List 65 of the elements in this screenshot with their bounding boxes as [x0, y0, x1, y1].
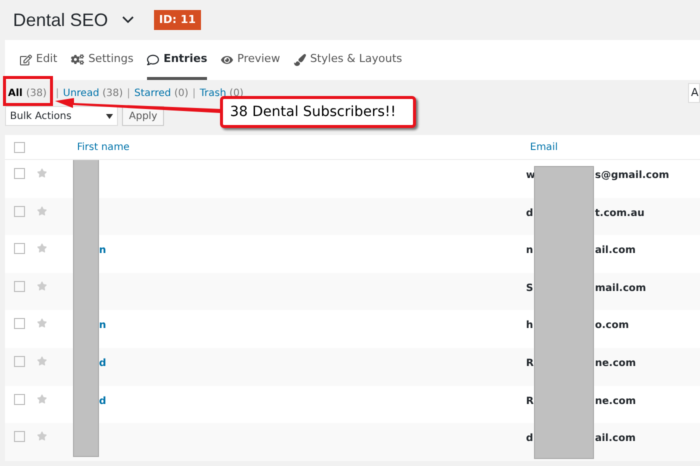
redaction-strip — [73, 160, 99, 198]
first-name-link[interactable]: d — [99, 396, 106, 407]
email-end: s@gmail.com — [594, 169, 670, 183]
filter-link[interactable]: Starred (0) — [134, 86, 188, 100]
chevron-down-icon[interactable] — [122, 16, 134, 24]
star-icon[interactable] — [37, 318, 47, 328]
redaction-strip — [534, 166, 594, 198]
separator: | — [192, 86, 196, 100]
tab[interactable]: Styles & Layouts — [294, 42, 402, 80]
settings-icon — [71, 53, 84, 66]
edit-icon — [20, 54, 32, 66]
email-start: d — [526, 432, 534, 446]
tab[interactable]: Settings — [71, 42, 134, 80]
email-end: ne.com — [594, 394, 636, 409]
star-icon[interactable] — [37, 394, 47, 404]
star-icon[interactable] — [37, 356, 47, 366]
first-name-link[interactable]: d — [99, 358, 106, 369]
brush-icon — [294, 54, 306, 66]
callout-box: 38 Dental Subscribers!! — [220, 96, 416, 128]
bulk-actions-select[interactable]: Bulk Actions — [5, 106, 118, 126]
email-start: d — [526, 206, 534, 221]
email-start: h — [526, 319, 534, 334]
filter-link[interactable]: All (38) — [8, 86, 47, 100]
email-end: mail.com — [594, 282, 646, 296]
id-badge: ID: 11 — [154, 10, 201, 30]
filter-link[interactable]: Unread (38) — [63, 86, 123, 100]
row-checkbox[interactable] — [14, 168, 25, 179]
highlight-rectangle — [3, 76, 53, 106]
row-checkbox[interactable] — [14, 394, 25, 405]
first-name-link[interactable]: n — [99, 320, 106, 332]
row-checkbox[interactable] — [14, 356, 25, 367]
column-header[interactable]: First name — [77, 140, 530, 154]
form-title: Dental SEO — [13, 8, 108, 32]
redaction-strip — [534, 423, 594, 459]
search-field[interactable]: A — [688, 83, 700, 103]
column-header[interactable]: Email — [530, 140, 558, 154]
email-end: o.com — [594, 319, 629, 334]
email-start: n — [526, 244, 534, 258]
star-icon[interactable] — [37, 206, 47, 216]
tab[interactable]: Preview — [221, 42, 280, 80]
comment-icon — [147, 54, 160, 66]
redaction-strip — [73, 423, 99, 457]
row-checkbox[interactable] — [14, 318, 25, 330]
star-icon[interactable] — [37, 243, 47, 254]
row-checkbox[interactable] — [14, 243, 25, 254]
row-checkbox[interactable] — [14, 431, 25, 442]
email-start: R — [526, 356, 534, 371]
star-icon[interactable] — [37, 280, 47, 291]
star-icon[interactable] — [37, 431, 47, 442]
eye-icon — [221, 54, 234, 66]
row-checkbox[interactable] — [14, 280, 25, 292]
tab[interactable]: Edit — [20, 42, 58, 80]
star-icon[interactable] — [37, 168, 47, 178]
select-all-checkbox[interactable] — [14, 142, 25, 152]
email-end: ail.com — [594, 244, 636, 258]
first-name-link[interactable]: n — [99, 245, 106, 256]
row-checkbox[interactable] — [14, 206, 25, 217]
tab[interactable]: Entries — [147, 42, 208, 80]
email-start: S — [526, 282, 534, 296]
separator: | — [126, 86, 130, 100]
email-end: ail.com — [594, 432, 636, 446]
email-start: R — [526, 394, 534, 409]
email-end: t.com.au — [594, 206, 644, 221]
separator: | — [56, 86, 59, 100]
email-end: ne.com — [594, 356, 636, 371]
